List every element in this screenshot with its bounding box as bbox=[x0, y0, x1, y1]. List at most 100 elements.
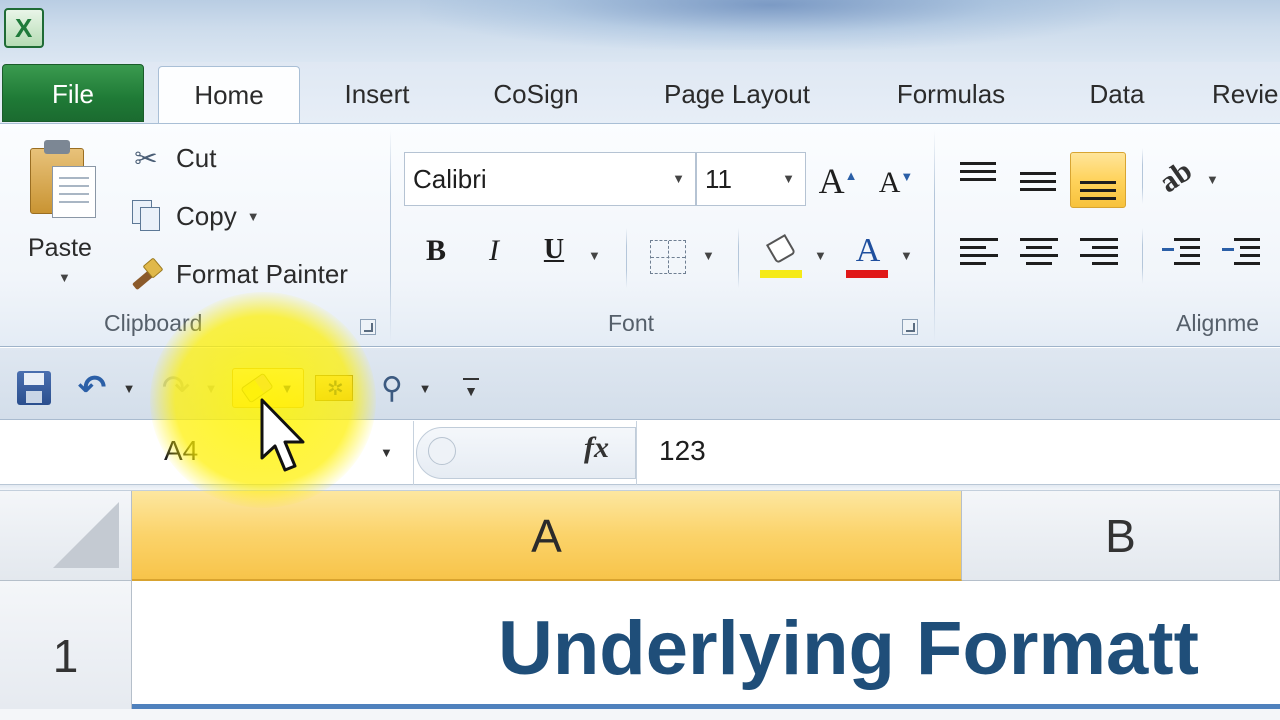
fill-color-button[interactable] bbox=[760, 233, 804, 280]
insert-function-icon[interactable]: fx bbox=[584, 431, 609, 465]
select-all-button[interactable] bbox=[0, 491, 132, 581]
font-launcher-icon[interactable] bbox=[902, 319, 918, 335]
scissors-icon: ✂ bbox=[134, 142, 158, 174]
align-center-icon[interactable] bbox=[1020, 238, 1058, 268]
group-divider bbox=[934, 130, 935, 342]
customize-qat-icon[interactable]: ▼ bbox=[458, 368, 484, 408]
align-middle-icon[interactable] bbox=[1020, 168, 1058, 198]
chevron-down-icon: ▼ bbox=[280, 380, 294, 396]
font-size-select[interactable]: 11 ▼ bbox=[696, 152, 806, 206]
align-bottom-icon bbox=[1080, 175, 1118, 205]
save-button[interactable] bbox=[14, 368, 54, 408]
bold-button[interactable]: B bbox=[418, 234, 454, 268]
underline-dropdown-icon[interactable]: ▼ bbox=[588, 248, 601, 263]
align-right-icon[interactable] bbox=[1080, 238, 1118, 268]
align-bottom-button[interactable] bbox=[1070, 152, 1126, 208]
table-row: Underlying Formatt bbox=[132, 581, 1280, 709]
tab-formulas[interactable]: Formulas bbox=[880, 72, 1022, 124]
tab-page-layout[interactable]: Page Layout bbox=[646, 72, 828, 124]
font-color-swatch bbox=[846, 270, 888, 278]
clipboard-group-label: Clipboard bbox=[104, 310, 203, 336]
font-size-value: 11 bbox=[705, 164, 732, 194]
tab-cosign[interactable]: CoSign bbox=[478, 72, 594, 124]
formula-input[interactable]: 123 bbox=[636, 421, 1280, 485]
name-box[interactable]: A4 ▼ bbox=[0, 421, 414, 485]
orientation-icon[interactable]: ab bbox=[1153, 154, 1198, 200]
copy-label: Copy bbox=[176, 200, 237, 231]
align-top-icon[interactable] bbox=[960, 162, 998, 192]
redo-dropdown-icon[interactable]: ▼ bbox=[202, 368, 220, 408]
group-divider bbox=[626, 228, 627, 288]
paste-icon bbox=[30, 140, 98, 218]
grow-font-icon: A bbox=[818, 161, 845, 201]
camera-icon bbox=[315, 375, 353, 401]
ribbon: Paste ▼ ✂ Cut Copy ▼ Format Painter Clip… bbox=[0, 123, 1280, 347]
font-color-dropdown-icon[interactable]: ▼ bbox=[900, 248, 913, 263]
camera-button[interactable] bbox=[312, 368, 356, 408]
row-2-strip bbox=[0, 709, 1280, 720]
align-left-icon[interactable] bbox=[960, 238, 998, 268]
column-header-b[interactable]: B bbox=[962, 491, 1280, 581]
row-header-1[interactable]: 1 bbox=[0, 581, 132, 709]
resize-handle[interactable] bbox=[428, 437, 456, 465]
chevron-down-icon[interactable]: ▼ bbox=[58, 270, 71, 285]
tab-review[interactable]: Revie bbox=[1212, 72, 1280, 124]
underline-button[interactable]: U bbox=[536, 234, 572, 266]
chevron-down-icon: ▼ bbox=[672, 171, 685, 186]
tab-home[interactable]: Home bbox=[158, 66, 300, 126]
chevron-down-icon[interactable]: ▼ bbox=[380, 445, 393, 460]
clipboard-launcher-icon[interactable] bbox=[360, 319, 376, 335]
ribbon-tabs: File Home Insert CoSign Page Layout Form… bbox=[0, 62, 1280, 126]
alignment-group-label: Alignme bbox=[1176, 310, 1260, 336]
column-header-a[interactable]: A bbox=[132, 491, 962, 581]
find-dropdown-icon[interactable]: ▼ bbox=[416, 368, 434, 408]
formula-value: 123 bbox=[659, 435, 706, 466]
grow-font-button[interactable]: A▲ bbox=[818, 160, 858, 202]
arrow-up-icon: ▲ bbox=[844, 168, 858, 183]
save-icon bbox=[17, 371, 51, 405]
shrink-font-icon: A bbox=[878, 166, 901, 199]
chevron-down-icon: ▼ bbox=[782, 171, 795, 186]
group-divider bbox=[1142, 228, 1143, 284]
font-color-icon: A bbox=[855, 232, 881, 269]
chevron-down-icon[interactable]: ▼ bbox=[247, 209, 260, 224]
binoculars-icon[interactable]: ⚲ bbox=[370, 368, 414, 408]
font-color-button[interactable]: A bbox=[846, 232, 890, 280]
tab-file[interactable]: File bbox=[2, 64, 144, 122]
title-bar: X bbox=[0, 0, 1280, 62]
increase-indent-icon[interactable] bbox=[1222, 238, 1260, 268]
tab-insert[interactable]: Insert bbox=[322, 72, 432, 124]
paintbrush-icon bbox=[126, 256, 166, 292]
orientation-dropdown-icon[interactable]: ▼ bbox=[1206, 172, 1219, 187]
undo-dropdown-icon[interactable]: ▼ bbox=[120, 368, 138, 408]
font-name-value: Calibri bbox=[413, 164, 487, 194]
paint-bucket-icon bbox=[765, 233, 797, 265]
name-box-value: A4 bbox=[164, 435, 199, 466]
borders-icon[interactable] bbox=[650, 240, 686, 274]
font-group-label: Font bbox=[608, 310, 655, 336]
tab-data[interactable]: Data bbox=[1076, 72, 1158, 124]
format-painter-button[interactable]: Format Painter bbox=[126, 254, 348, 294]
quick-access-toolbar: ↶ ▼ ↷ ▼ ▼ ⚲ ▼ ▼ bbox=[0, 348, 1280, 420]
arrow-down-icon: ▼ bbox=[900, 169, 914, 184]
undo-icon[interactable]: ↶ bbox=[70, 368, 114, 408]
fill-color-swatch bbox=[760, 270, 802, 278]
cut-button[interactable]: ✂ Cut bbox=[126, 138, 216, 178]
fill-color-dropdown-icon[interactable]: ▼ bbox=[814, 248, 827, 263]
decrease-indent-icon[interactable] bbox=[1162, 238, 1200, 268]
copy-button[interactable]: Copy ▼ bbox=[126, 196, 260, 236]
paste-label: Paste bbox=[28, 234, 92, 262]
borders-dropdown-icon[interactable]: ▼ bbox=[702, 248, 715, 263]
cut-label: Cut bbox=[176, 142, 217, 173]
group-divider bbox=[1142, 148, 1143, 204]
formula-bar: A4 ▼ fx 123 bbox=[0, 421, 1280, 485]
font-name-select[interactable]: Calibri ▼ bbox=[404, 152, 696, 206]
excel-app-icon[interactable]: X bbox=[4, 8, 44, 48]
italic-button[interactable]: I bbox=[476, 234, 512, 268]
copy-icon bbox=[126, 198, 166, 234]
redo-icon[interactable]: ↷ bbox=[156, 368, 196, 408]
format-painter-label: Format Painter bbox=[176, 258, 348, 289]
mouse-pointer-icon bbox=[260, 398, 305, 472]
cell-a1[interactable]: Underlying Formatt bbox=[498, 605, 1199, 692]
shrink-font-button[interactable]: A▼ bbox=[876, 166, 916, 200]
